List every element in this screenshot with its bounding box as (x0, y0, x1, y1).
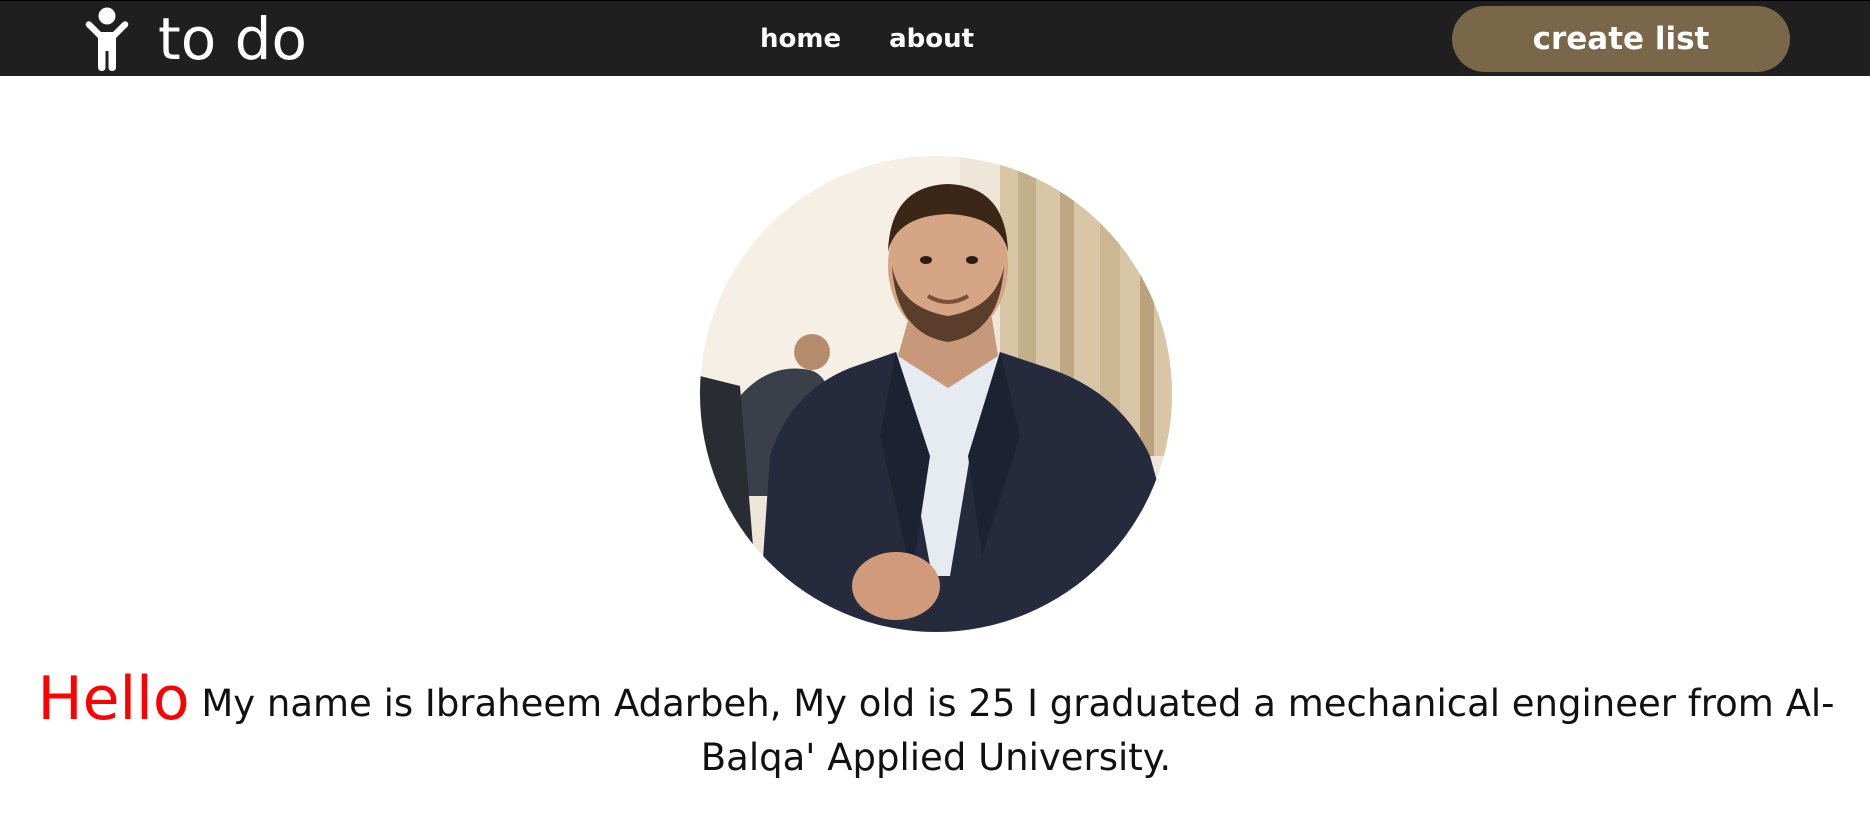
nav-links: home about (760, 1, 1022, 77)
profile-photo (700, 156, 1172, 632)
brand-name: to do (158, 5, 307, 73)
create-list-button[interactable]: create list (1452, 6, 1790, 72)
person-standing-icon (82, 7, 132, 71)
hello-greeting: Hello (37, 664, 190, 734)
brand-link[interactable]: to do (82, 7, 307, 71)
intro-text: My name is Ibraheem Adarbeh, My old is 2… (201, 682, 1835, 779)
nav-link-home[interactable]: home (760, 1, 841, 77)
intro-paragraph: Hello My name is Ibraheem Adarbeh, My ol… (16, 669, 1856, 785)
nav-link-about[interactable]: about (889, 1, 974, 77)
top-navbar: to do home about create list (0, 0, 1870, 76)
